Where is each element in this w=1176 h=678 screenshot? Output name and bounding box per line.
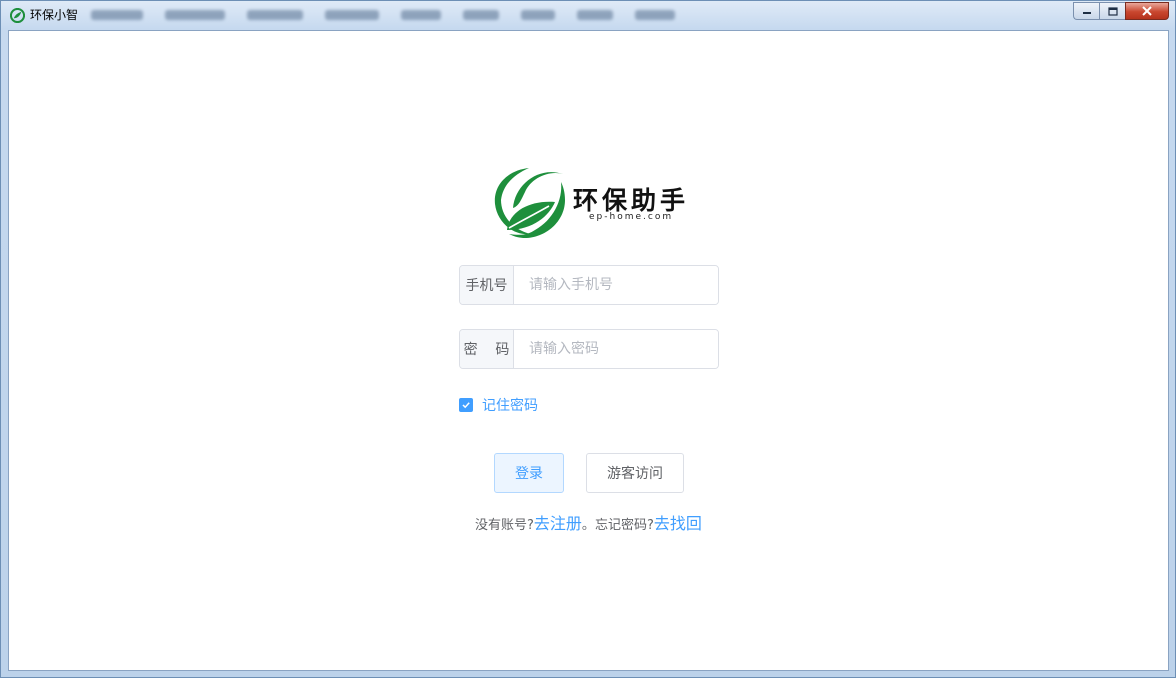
blurred-background-taskbar (91, 5, 675, 25)
window-title: 环保小智 (30, 8, 79, 22)
register-link[interactable]: 去注册 (534, 514, 582, 533)
account-links: 没有账号?去注册。忘记密码?去找回 (475, 513, 702, 537)
maximize-icon (1107, 6, 1118, 16)
close-icon (1142, 6, 1152, 16)
remember-label: 记住密码 (482, 398, 538, 414)
password-field: 密 码 (459, 329, 719, 369)
forgot-password-text: 忘记密码? (594, 518, 654, 533)
remember-password[interactable]: 记住密码 (459, 395, 538, 415)
leaf-logo-icon (494, 168, 565, 238)
close-button[interactable] (1125, 2, 1169, 20)
remember-checkbox[interactable] (459, 398, 473, 412)
phone-input[interactable] (514, 266, 718, 304)
app-window: 环保小智 环保助手 ep-home.com 手机号 请输入手机号 密 码 记住密… (0, 0, 1176, 678)
window-controls (1073, 2, 1169, 20)
maximize-button[interactable] (1099, 2, 1125, 20)
title-bar[interactable]: 环保小智 (1, 1, 1175, 30)
client-area: 环保助手 ep-home.com 手机号 密 码 记住密码 登录 游客访问 没有… (8, 30, 1169, 671)
checkmark-icon (462, 402, 470, 409)
minimize-button[interactable] (1073, 2, 1099, 20)
password-label: 密 码 (460, 330, 514, 368)
phone-field: 手机号 (459, 265, 719, 305)
minimize-icon (1082, 12, 1091, 14)
app-leaf-icon (10, 8, 25, 23)
links-separator: 。 (581, 518, 595, 533)
guest-access-button[interactable]: 游客访问 (586, 453, 684, 493)
phone-label: 手机号 (460, 266, 514, 304)
brand-subtitle: ep-home.com (589, 212, 674, 222)
no-account-text: 没有账号? (475, 518, 534, 533)
password-input[interactable] (514, 330, 718, 368)
recover-link[interactable]: 去找回 (654, 514, 702, 533)
login-button[interactable]: 登录 (494, 453, 564, 493)
